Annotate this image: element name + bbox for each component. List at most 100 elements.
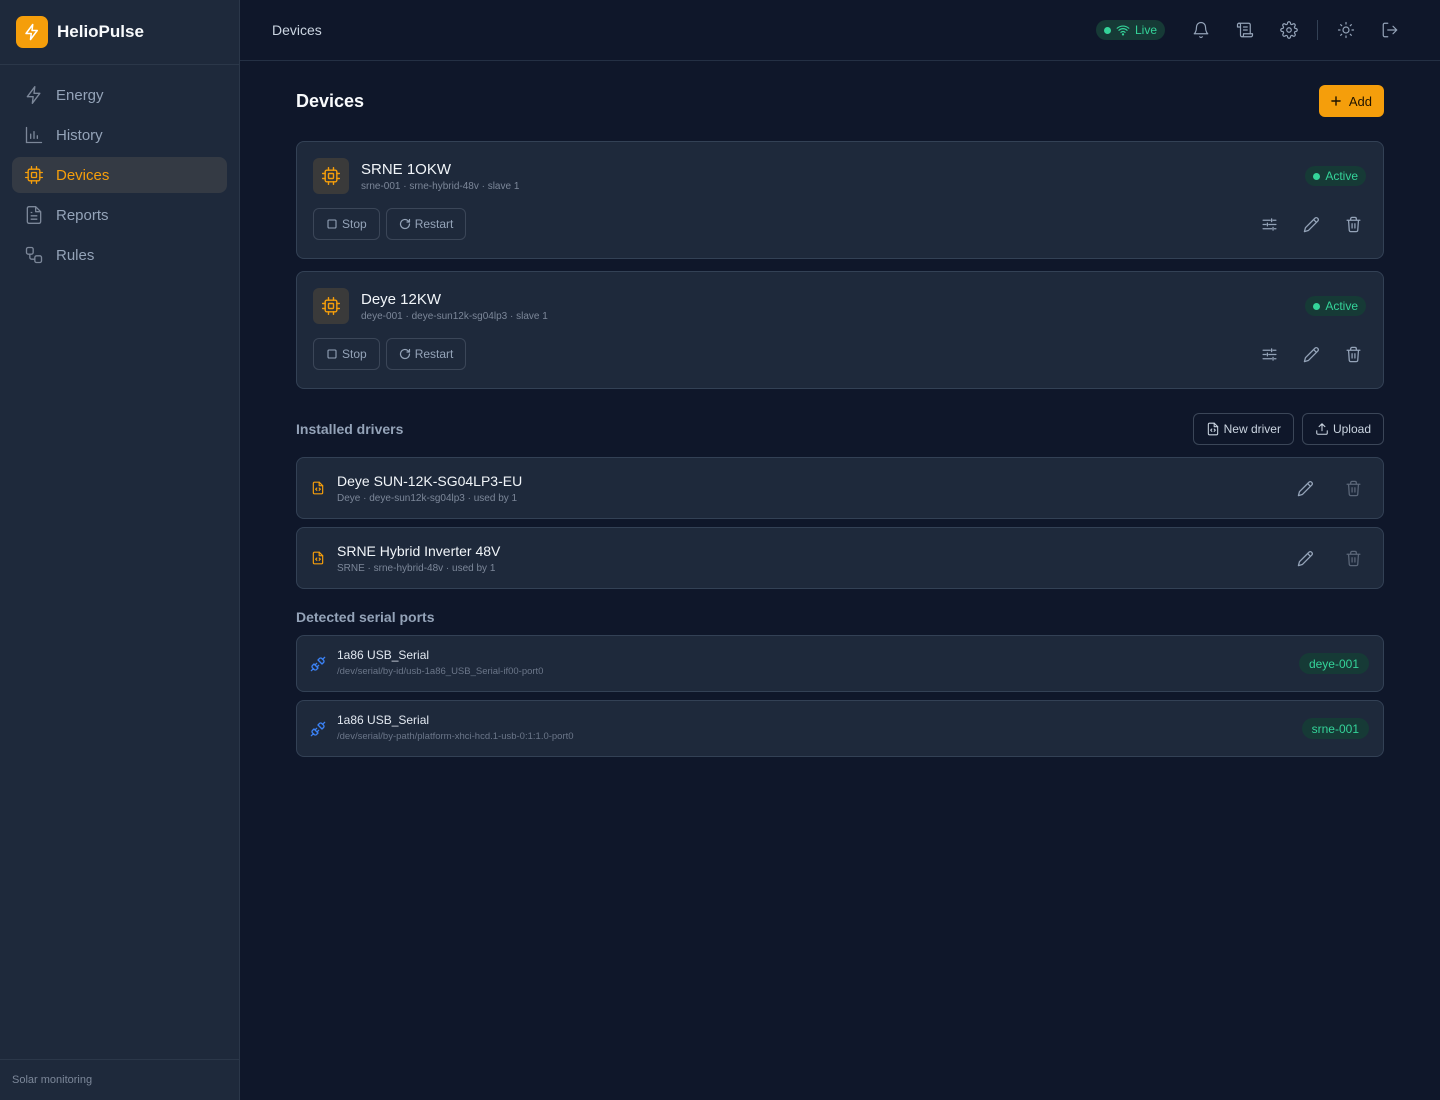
unplug-icon <box>310 656 326 672</box>
status-badge: Active <box>1305 166 1366 186</box>
status-dot <box>1313 172 1321 180</box>
add-device-button[interactable]: Add <box>1318 85 1384 117</box>
unplug-icon <box>310 721 326 737</box>
workflow-icon <box>24 245 44 265</box>
bar-chart-icon <box>24 125 44 145</box>
live-dot <box>1103 26 1111 34</box>
chip-icon <box>313 288 349 324</box>
bell-icon[interactable] <box>1186 15 1216 45</box>
sidebar-item-reports[interactable]: Reports <box>12 197 227 233</box>
sidebar-item-history[interactable]: History <box>12 117 227 153</box>
pencil-icon[interactable] <box>1289 542 1321 574</box>
trash-icon[interactable] <box>1337 472 1369 504</box>
stop-button[interactable]: Stop <box>313 208 380 240</box>
app-name: HelioPulse <box>57 22 144 41</box>
file-code-icon <box>1206 422 1220 436</box>
pencil-icon[interactable] <box>1295 338 1327 370</box>
refresh-icon <box>399 218 411 230</box>
ports-section-header: Detected serial ports <box>296 599 1384 635</box>
topbar: Devices Live <box>240 0 1440 61</box>
port-path: /dev/serial/by-id/usb-1a86_USB_Serial-if… <box>337 666 544 677</box>
upload-button[interactable]: Upload <box>1301 413 1384 445</box>
serial-port-row: 1a86 USB_Serial /dev/serial/by-id/usb-1a… <box>296 635 1384 692</box>
device-icon-actions <box>1253 338 1369 370</box>
driver-row: SRNE Hybrid Inverter 48V SRNE · srne-hyb… <box>296 527 1384 589</box>
device-card: SRNE 1OKW srne-001 · srne-hybrid-48v · s… <box>296 141 1384 259</box>
file-code-icon <box>311 550 325 566</box>
driver-name: Deye SUN-12K-SG04LP3-EU <box>337 473 523 489</box>
square-icon <box>326 218 338 230</box>
device-card: Deye 12KW deye-001 · deye-sun12k-sg04lp3… <box>296 271 1384 389</box>
restart-label: Restart <box>414 347 454 361</box>
document-icon <box>24 205 44 225</box>
driver-name: SRNE Hybrid Inverter 48V <box>337 543 501 559</box>
page-header: Devices Add <box>296 61 1384 141</box>
file-code-icon <box>311 480 325 496</box>
port-name: 1a86 USB_Serial <box>337 648 430 662</box>
restart-button[interactable]: Restart <box>385 338 467 370</box>
breadcrumb: Devices <box>272 22 322 38</box>
status-dot <box>1313 302 1321 310</box>
topbar-divider <box>1317 20 1318 40</box>
stop-button[interactable]: Stop <box>313 338 380 370</box>
square-icon <box>326 348 338 360</box>
upload-label: Upload <box>1332 422 1371 436</box>
restart-button[interactable]: Restart <box>385 208 467 240</box>
pencil-icon[interactable] <box>1295 208 1327 240</box>
status-label: Active <box>1325 169 1358 183</box>
bolt-icon <box>24 85 44 105</box>
chip-icon <box>313 158 349 194</box>
live-label: Live <box>1134 23 1157 37</box>
drivers-section-header: Installed drivers New driver Upload <box>296 401 1384 457</box>
drivers-section-actions: New driver Upload <box>1192 413 1384 445</box>
restart-label: Restart <box>414 217 454 231</box>
device-meta: deye-001 · deye-sun12k-sg04lp3 · slave 1 <box>361 311 548 322</box>
sidebar-item-label: Energy <box>56 86 104 104</box>
wifi-icon <box>1116 23 1130 37</box>
status-label: Active <box>1325 299 1358 313</box>
sidebar-footer: Solar monitoring <box>0 1059 239 1100</box>
pencil-icon[interactable] <box>1289 472 1321 504</box>
topbar-actions: Live <box>1095 0 1412 60</box>
refresh-icon <box>399 348 411 360</box>
sidebar-item-devices[interactable]: Devices <box>12 157 227 193</box>
device-icon-actions <box>1253 208 1369 240</box>
sidebar-item-rules[interactable]: Rules <box>12 237 227 273</box>
page-title: Devices <box>296 90 365 111</box>
gear-icon[interactable] <box>1274 15 1304 45</box>
sun-icon[interactable] <box>1331 15 1361 45</box>
scroll-icon[interactable] <box>1230 15 1260 45</box>
device-name: SRNE 1OKW <box>361 161 452 178</box>
drivers-section-title: Installed drivers <box>296 421 404 437</box>
trash-icon[interactable] <box>1337 542 1369 574</box>
sidebar-item-label: Rules <box>56 246 95 264</box>
new-driver-label: New driver <box>1223 422 1281 436</box>
new-driver-button[interactable]: New driver <box>1192 413 1294 445</box>
stop-label: Stop <box>342 347 367 361</box>
logout-icon[interactable] <box>1375 15 1405 45</box>
sidebar-item-energy[interactable]: Energy <box>12 77 227 113</box>
sidebar-item-label: History <box>56 126 103 144</box>
sliders-icon[interactable] <box>1253 338 1285 370</box>
port-path: /dev/serial/by-path/platform-xhci-hcd.1-… <box>337 731 574 742</box>
brand[interactable]: HelioPulse <box>0 0 239 65</box>
device-name: Deye 12KW <box>361 291 442 308</box>
port-name: 1a86 USB_Serial <box>337 713 430 727</box>
ports-section-title: Detected serial ports <box>296 609 435 625</box>
bolt-logo-icon <box>16 16 48 48</box>
chip-icon <box>24 165 44 185</box>
trash-icon[interactable] <box>1337 338 1369 370</box>
driver-meta: Deye · deye-sun12k-sg04lp3 · used by 1 <box>337 493 518 504</box>
trash-icon[interactable] <box>1337 208 1369 240</box>
sidebar-item-label: Reports <box>56 206 109 224</box>
sliders-icon[interactable] <box>1253 208 1285 240</box>
driver-meta: SRNE · srne-hybrid-48v · used by 1 <box>337 563 496 574</box>
driver-row: Deye SUN-12K-SG04LP3-EU Deye · deye-sun1… <box>296 457 1384 519</box>
sidebar: HelioPulse Energy History Devices Report… <box>0 0 240 1100</box>
sidebar-nav: Energy History Devices Reports Rules <box>0 65 239 289</box>
driver-actions <box>1289 542 1369 574</box>
device-actions: Stop Restart <box>313 338 467 370</box>
status-badge: Active <box>1305 296 1366 316</box>
upload-icon <box>1315 422 1329 436</box>
driver-actions <box>1289 472 1369 504</box>
